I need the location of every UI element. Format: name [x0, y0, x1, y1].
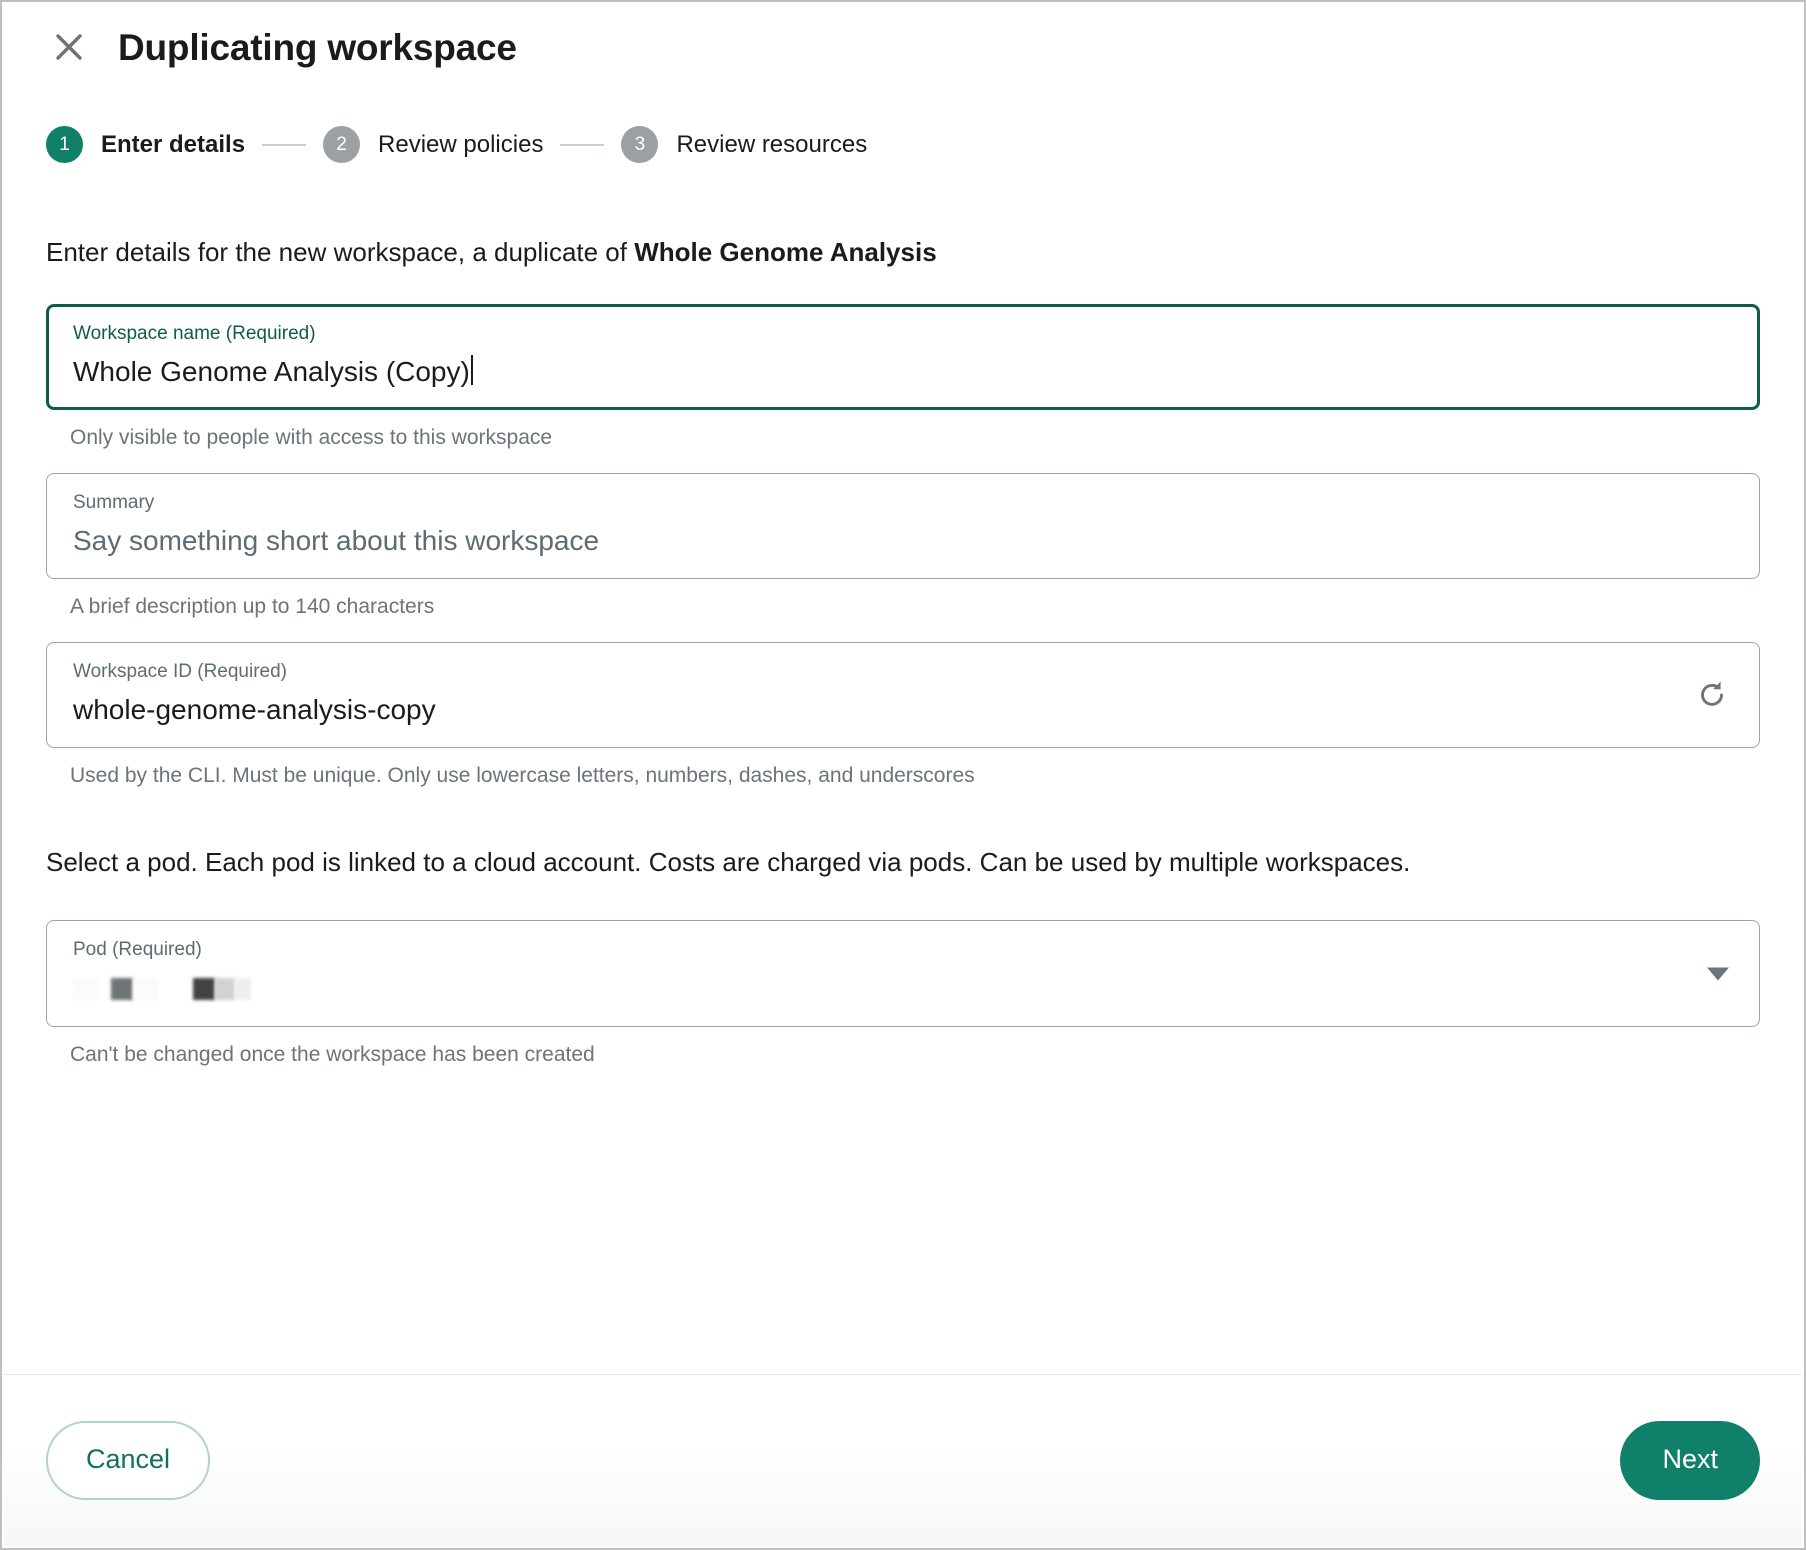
- workspace-id-label: Workspace ID (Required): [73, 661, 288, 683]
- dialog-header: Duplicating workspace: [2, 2, 1804, 68]
- workspace-name-value: Whole Genome Analysis (Copy): [73, 354, 1735, 389]
- step-1-label: Enter details: [101, 130, 246, 158]
- summary-helper: A brief description up to 140 characters: [70, 594, 435, 618]
- pod-label: Pod (Required): [73, 939, 202, 961]
- step-3-label: Review resources: [676, 130, 868, 158]
- workspace-id-value: whole-genome-analysis-copy: [73, 694, 436, 726]
- step-1-number: 1: [46, 126, 83, 163]
- stepper-connector-2: [560, 143, 605, 146]
- next-button[interactable]: Next: [1620, 1421, 1760, 1500]
- chevron-down-icon[interactable]: [1707, 967, 1729, 981]
- workspace-name-text: Whole Genome Analysis (Copy): [73, 355, 470, 387]
- stepper-step-3[interactable]: 3 Review resources: [621, 126, 867, 163]
- text-caret: [470, 354, 473, 385]
- pod-value-redacted: [73, 972, 1735, 1006]
- workspace-name-field-group: Workspace name (Required) Whole Genome A…: [46, 304, 1760, 451]
- stepper-step-1[interactable]: 1 Enter details: [46, 126, 245, 163]
- dialog-body: Enter details for the new workspace, a d…: [2, 235, 1804, 1068]
- step-3-number: 3: [621, 126, 659, 163]
- intro-prefix: Enter details for the new workspace, a d…: [46, 237, 635, 267]
- stepper-connector-1: [262, 143, 307, 146]
- step-2-number: 2: [323, 126, 361, 163]
- pod-helper: Can't be changed once the workspace has …: [70, 1043, 595, 1067]
- workspace-id-field-group: Workspace ID (Required) whole-genome-ana…: [46, 642, 1760, 789]
- workspace-name-input[interactable]: Workspace name (Required) Whole Genome A…: [46, 304, 1760, 410]
- intro-text: Enter details for the new workspace, a d…: [46, 235, 1760, 270]
- dialog-footer: Cancel Next: [4, 1374, 1802, 1546]
- summary-placeholder: Say something short about this workspace: [73, 524, 600, 556]
- workspace-id-helper: Used by the CLI. Must be unique. Only us…: [70, 764, 975, 788]
- workspace-name-helper: Only visible to people with access to th…: [70, 425, 553, 449]
- pod-select[interactable]: Pod (Required): [46, 920, 1760, 1028]
- step-2-label: Review policies: [378, 130, 544, 158]
- refresh-icon[interactable]: [1691, 674, 1733, 716]
- page-title: Duplicating workspace: [118, 26, 517, 68]
- summary-label: Summary: [73, 492, 155, 514]
- workspace-name-label: Workspace name (Required): [73, 323, 316, 345]
- workspace-id-input[interactable]: Workspace ID (Required) whole-genome-ana…: [46, 642, 1760, 749]
- source-workspace-name: Whole Genome Analysis: [634, 237, 937, 267]
- close-icon[interactable]: [46, 24, 92, 70]
- pod-section-description: Select a pod. Each pod is linked to a cl…: [46, 847, 1411, 878]
- summary-input[interactable]: Summary Say something short about this w…: [46, 473, 1760, 579]
- cancel-button[interactable]: Cancel: [46, 1421, 211, 1500]
- stepper-step-2[interactable]: 2 Review policies: [323, 126, 543, 163]
- pod-field-group: Pod (Required) Can't be changed once the…: [46, 920, 1760, 1068]
- duplicating-workspace-dialog: Duplicating workspace 1 Enter details 2 …: [0, 0, 1806, 1550]
- stepper: 1 Enter details 2 Review policies 3 Revi…: [46, 126, 1804, 163]
- summary-field-group: Summary Say something short about this w…: [46, 473, 1760, 620]
